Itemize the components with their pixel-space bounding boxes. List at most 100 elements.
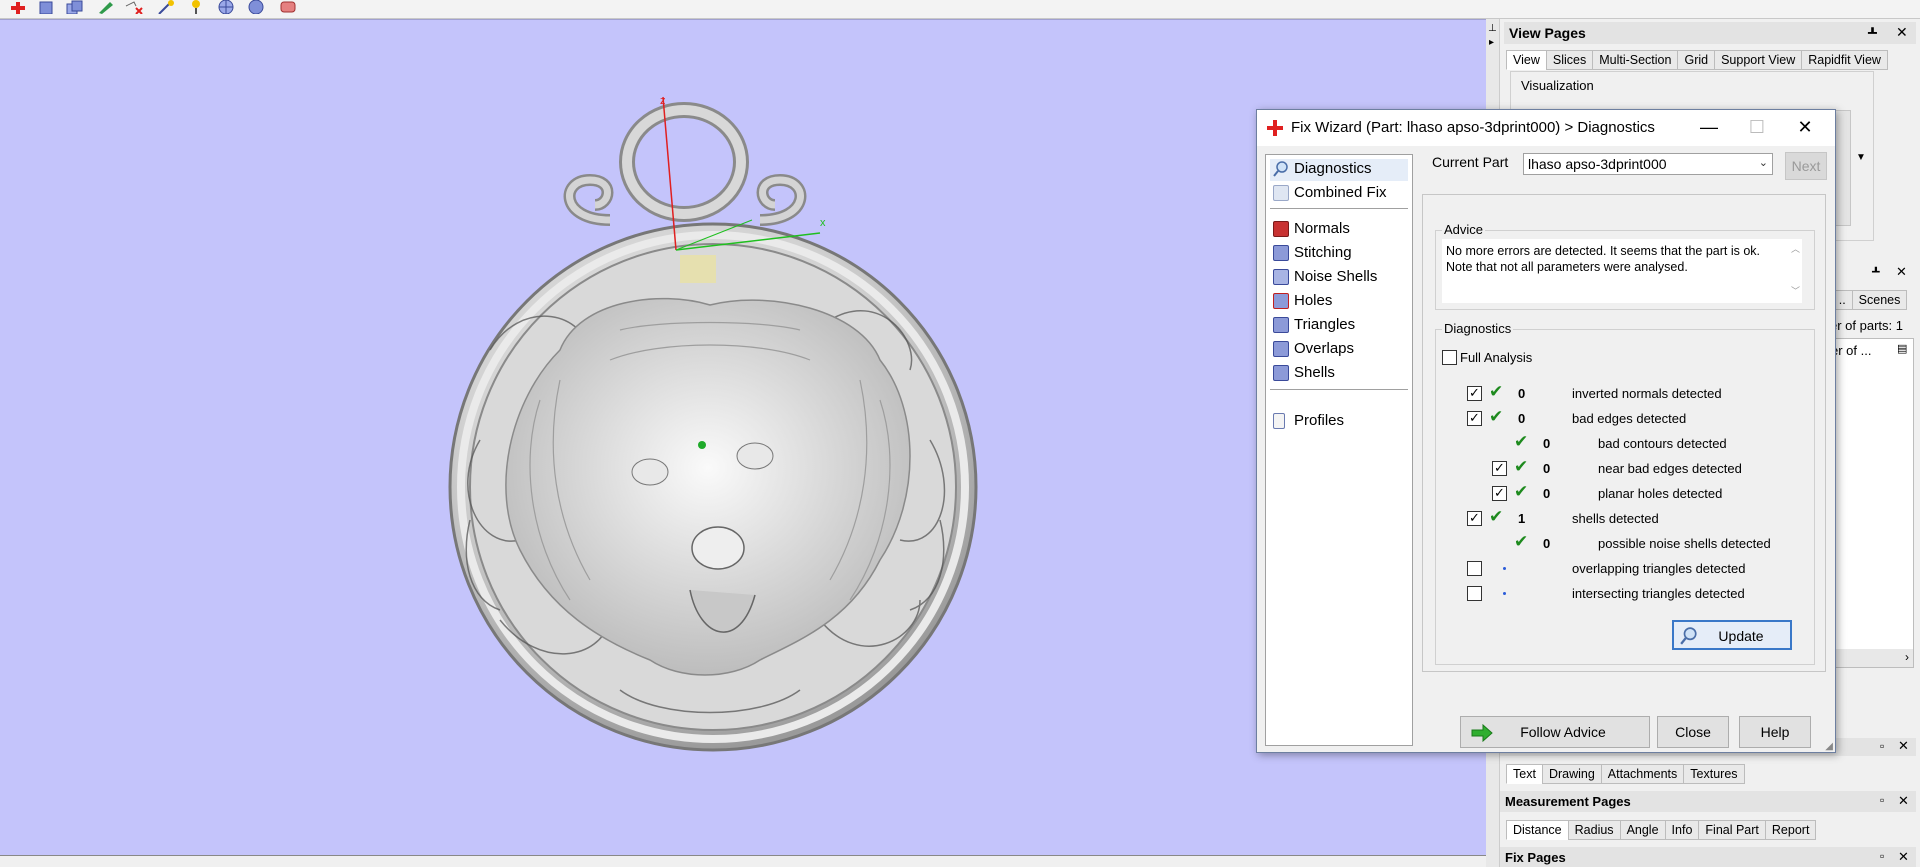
tab-grid[interactable]: Grid [1677, 50, 1716, 70]
tab-text[interactable]: Text [1506, 764, 1543, 784]
pin-icon[interactable]: ᚆ [1868, 24, 1877, 41]
maximize-button[interactable]: ☐ [1737, 114, 1777, 140]
tab-rapidfit-view[interactable]: Rapidfit View [1801, 50, 1888, 70]
combined-fix-icon [1273, 185, 1289, 201]
cube-icon[interactable] [36, 0, 56, 14]
check-ok-icon: ✔ [1514, 432, 1529, 451]
tab-drawing[interactable]: Drawing [1541, 764, 1602, 784]
triangles-icon [1273, 317, 1289, 333]
diagnostics-group: Diagnostics Full Analysis ✓ ✔ 0 inverted… [1435, 321, 1815, 665]
step-noise-shells[interactable]: Noise Shells [1270, 267, 1408, 289]
row-checkbox[interactable]: ✓ [1467, 386, 1482, 401]
row-checkbox[interactable]: ✓ [1492, 461, 1507, 476]
advice-group: Advice No more errors are detected. It s… [1435, 222, 1815, 310]
tab-support-view[interactable]: Support View [1714, 50, 1803, 70]
parts-count: er of parts: 1 [1830, 318, 1903, 333]
chevron-down-icon: ⌄ [1758, 157, 1768, 169]
follow-advice-button[interactable]: Follow Advice [1460, 716, 1650, 748]
tab-scenes[interactable]: Scenes [1851, 290, 1908, 310]
advice-textbox[interactable]: No more errors are detected. It seems th… [1442, 239, 1802, 303]
close-icon[interactable]: ✕ [1896, 264, 1907, 280]
restore-icon[interactable]: ▫ [1880, 793, 1884, 807]
measurement-pages-header: Measurement Pages ▫ ✕ [1500, 791, 1916, 812]
close-button[interactable]: Close [1657, 716, 1729, 748]
step-combined-fix[interactable]: Combined Fix [1270, 183, 1408, 205]
row-checkbox[interactable]: ✓ [1467, 511, 1482, 526]
tab-textures[interactable]: Textures [1683, 764, 1745, 784]
row-count: 0 [1518, 386, 1526, 401]
check-ok-icon: ✔ [1489, 507, 1504, 526]
check-ok-icon: ✔ [1514, 482, 1529, 501]
tab-info[interactable]: Info [1664, 820, 1700, 840]
row-checkbox[interactable]: ✓ [1492, 486, 1507, 501]
minimize-button[interactable]: — [1689, 114, 1729, 140]
dropdown-arrow-icon[interactable]: ▼ [1856, 152, 1866, 163]
view-pages-title: View Pages [1509, 25, 1586, 41]
step-diagnostics[interactable]: Diagnostics [1270, 159, 1408, 181]
tab-final-part[interactable]: Final Part [1698, 820, 1766, 840]
tab-angle[interactable]: Angle [1619, 820, 1666, 840]
scroll-up-icon[interactable]: ︿ [1791, 241, 1800, 257]
row-text: possible noise shells detected [1598, 536, 1771, 551]
close-icon[interactable]: ✕ [1898, 738, 1909, 754]
column-menu-icon[interactable]: ▤ [1897, 342, 1907, 355]
step-shells[interactable]: Shells [1270, 363, 1408, 385]
step-overlaps[interactable]: Overlaps [1270, 339, 1408, 361]
full-analysis-checkbox[interactable] [1442, 350, 1457, 365]
next-button[interactable]: Next [1785, 152, 1827, 180]
tab-view[interactable]: View [1506, 50, 1547, 70]
dialog-titlebar[interactable]: Fix Wizard (Part: lhaso apso-3dprint000)… [1257, 110, 1835, 146]
parts-column-header: er of ... [1831, 343, 1872, 358]
update-button[interactable]: Update [1672, 620, 1792, 650]
measurement-pages-title: Measurement Pages [1505, 794, 1631, 809]
cube-stack-icon[interactable] [64, 0, 84, 14]
edit-icon[interactable] [96, 0, 116, 14]
scroll-down-icon[interactable]: ﹀ [1791, 283, 1800, 299]
row-count: 0 [1543, 486, 1551, 501]
step-triangles[interactable]: Triangles [1270, 315, 1408, 337]
dialog-title: Fix Wizard (Part: lhaso apso-3dprint000)… [1291, 119, 1655, 136]
sphere-icon[interactable] [246, 0, 266, 14]
close-icon[interactable]: ✕ [1898, 793, 1909, 809]
restore-icon[interactable]: ▫ [1880, 739, 1884, 753]
profiles-icon [1273, 413, 1285, 429]
step-holes[interactable]: Holes [1270, 291, 1408, 313]
tab-radius[interactable]: Radius [1567, 820, 1621, 840]
pin-icon[interactable]: ᚆ [1872, 264, 1880, 278]
row-text: bad contours detected [1598, 436, 1727, 451]
close-icon[interactable]: ✕ [1896, 24, 1908, 41]
resize-grip-icon[interactable]: ◢ [1825, 741, 1833, 752]
diagnostics-title: Diagnostics [1442, 321, 1514, 336]
row-checkbox[interactable] [1467, 586, 1482, 601]
tab-attachments[interactable]: Attachments [1600, 764, 1685, 784]
horizontal-scrollbar[interactable]: › [1827, 649, 1913, 667]
row-text: overlapping triangles detected [1572, 561, 1746, 576]
sphere-grid-icon[interactable] [216, 0, 236, 14]
help-button[interactable]: Help [1739, 716, 1811, 748]
delete-icon[interactable] [124, 0, 144, 14]
close-window-button[interactable]: ✕ [1785, 114, 1825, 140]
add-part-icon[interactable] [8, 0, 28, 14]
parts-list[interactable]: er of ... ▤ › [1826, 338, 1914, 668]
step-profiles[interactable]: Profiles [1270, 411, 1408, 433]
tab-multi-section[interactable]: Multi-Section [1592, 50, 1679, 70]
wizard-step-list: Diagnostics Combined Fix Normals Stitchi… [1265, 154, 1413, 746]
current-part-select[interactable]: lhaso apso-3dprint000 ⌄ [1523, 153, 1773, 175]
row-checkbox[interactable]: ✓ [1467, 411, 1482, 426]
row-count: 1 [1518, 511, 1526, 526]
close-icon[interactable]: ✕ [1898, 849, 1909, 865]
arrow-right-icon[interactable]: ▸ [1489, 37, 1494, 48]
row-text: planar holes detected [1598, 486, 1723, 501]
restore-icon[interactable]: ▫ [1880, 849, 1884, 863]
normals-icon [1273, 221, 1289, 237]
pin-icon[interactable] [186, 0, 206, 14]
tab-distance[interactable]: Distance [1506, 820, 1569, 840]
row-checkbox[interactable] [1467, 561, 1482, 576]
wand-icon[interactable] [156, 0, 176, 14]
step-stitching[interactable]: Stitching [1270, 243, 1408, 265]
tab-slices[interactable]: Slices [1545, 50, 1594, 70]
tab-report[interactable]: Report [1764, 820, 1817, 840]
pin-icon[interactable]: ⊥ [1488, 23, 1497, 34]
robot-icon[interactable] [278, 0, 298, 14]
step-normals[interactable]: Normals [1270, 219, 1408, 241]
